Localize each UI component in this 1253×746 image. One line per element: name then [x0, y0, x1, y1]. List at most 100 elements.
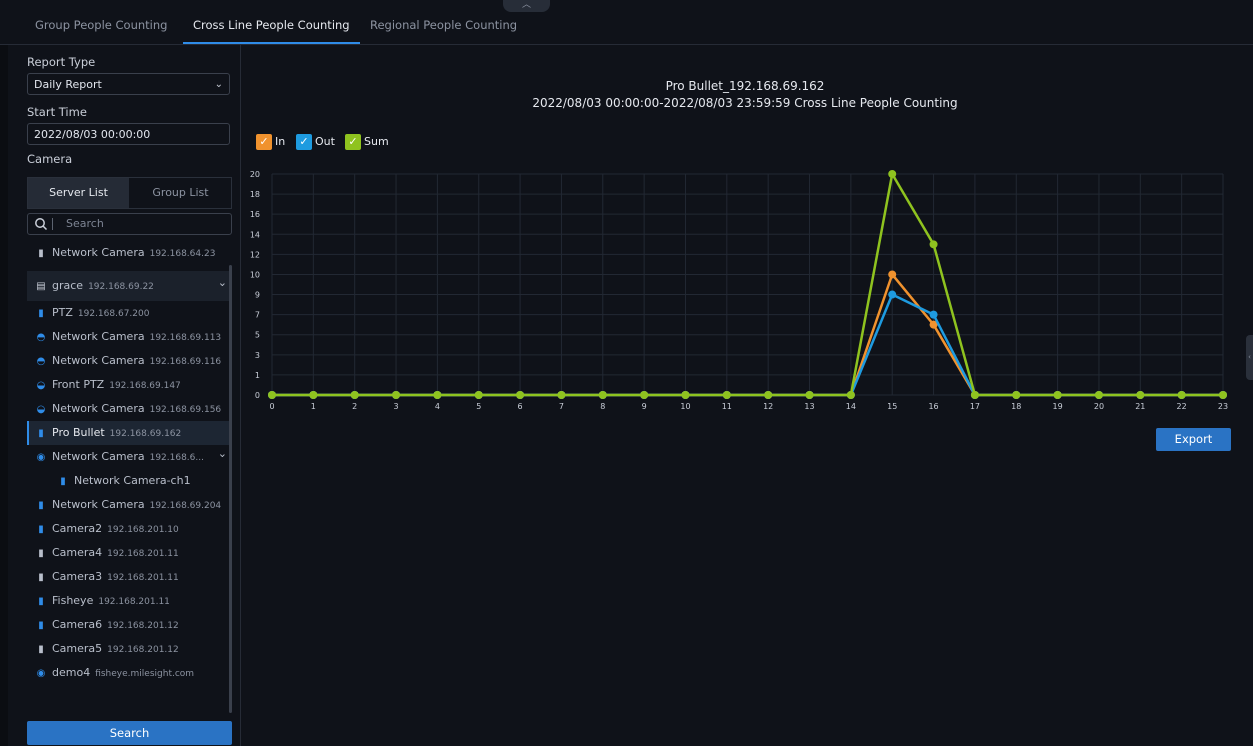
legend-sum[interactable]: ✓ Sum	[345, 134, 389, 150]
data-point	[888, 270, 897, 279]
x-tick-label: 0	[269, 402, 274, 411]
legend-out[interactable]: ✓ Out	[296, 134, 335, 150]
camera-tree-item[interactable]: ◒ Network Camera 192.168.69.156	[27, 397, 232, 421]
server-list-tab[interactable]: Server List	[28, 178, 129, 208]
camera-ip: 192.168.64.23	[149, 249, 216, 259]
y-tick-label: 16	[250, 210, 260, 219]
data-point	[681, 391, 690, 399]
search-button[interactable]: Search	[27, 721, 232, 745]
x-tick-label: 1	[311, 402, 316, 411]
camera-tree-item[interactable]: ◓ Network Camera 192.168.69.116	[27, 349, 232, 373]
camera-search-box[interactable]: Search	[27, 213, 232, 235]
camera-name: Camera4	[52, 546, 103, 559]
camera-name: Network Camera	[52, 246, 145, 259]
x-tick-label: 22	[1177, 402, 1187, 411]
camera-tree: ▮ Network Camera 192.168.64.23 ▤ grace 192.16…	[27, 241, 232, 713]
camera-tree-item[interactable]: ◓ Network Camera 192.168.69.113	[27, 325, 232, 349]
y-tick-label: 14	[250, 230, 260, 239]
data-point	[805, 391, 814, 399]
camera-tree-item[interactable]: ▮ Camera2 192.168.201.10	[27, 517, 232, 541]
x-tick-label: 11	[722, 402, 732, 411]
group-list-tab[interactable]: Group List	[130, 178, 231, 208]
data-point	[1219, 391, 1227, 399]
y-tick-label: 3	[255, 351, 260, 360]
camera-tree-item[interactable]: ▮ Pro Bullet 192.168.69.162	[27, 421, 232, 445]
server-icon: ▤	[36, 281, 46, 292]
camera-tree-item[interactable]: ▤ grace 192.168.69.22 ⌄	[27, 271, 232, 301]
search-input[interactable]: Search	[66, 214, 104, 234]
bullet-camera-icon: ▮	[38, 524, 44, 535]
camera-name: PTZ	[52, 306, 73, 319]
camera-ip: 192.168.201.11	[107, 573, 179, 583]
camera-name: Network Camera-ch1	[74, 474, 191, 487]
start-time-field[interactable]: 2022/08/03 00:00:00	[27, 123, 230, 145]
data-point	[1094, 391, 1103, 399]
x-tick-label: 16	[928, 402, 938, 411]
camera-ip: 192.168.69.116	[149, 357, 222, 367]
report-type-select[interactable]: Daily Report ⌄	[27, 73, 230, 95]
camera-name: Network Camera	[52, 498, 145, 511]
data-point	[1012, 391, 1021, 399]
camera-tree-item[interactable]: ▮ Camera5 192.168.201.12	[27, 637, 232, 661]
tab-group-people-counting[interactable]: Group People Counting	[35, 0, 167, 44]
fisheye-camera-icon: ◉	[36, 452, 46, 463]
camera-name: Network Camera	[52, 330, 145, 343]
chevron-down-icon[interactable]: ⌄	[218, 442, 227, 466]
bullet-camera-icon: ▮	[38, 428, 44, 439]
camera-tree-item[interactable]: ▮ Network Camera 192.168.69.204	[27, 493, 232, 517]
camera-tree-item[interactable]: ◉ demo4 fisheye.milesight.com	[27, 661, 232, 685]
y-tick-label: 0	[255, 391, 260, 400]
x-tick-label: 13	[804, 402, 814, 411]
x-tick-label: 3	[393, 402, 398, 411]
camera-tree-item[interactable]: ◉ Network Camera 192.168.6... ⌄	[27, 445, 232, 469]
camera-tree-item[interactable]: ▮ Fisheye 192.168.201.11	[27, 589, 232, 613]
x-tick-label: 7	[559, 402, 564, 411]
camera-ip: 192.168.201.12	[107, 645, 179, 655]
x-tick-label: 10	[680, 402, 690, 411]
data-point	[433, 391, 442, 399]
bullet-camera-icon: ▮	[38, 620, 44, 631]
camera-tree-item[interactable]: ▮ Network Camera-ch1	[27, 469, 232, 493]
chevron-down-icon[interactable]: ⌄	[218, 268, 227, 298]
camera-tree-item[interactable]: ▮ Camera3 192.168.201.11	[27, 565, 232, 589]
tree-scrollbar[interactable]	[229, 265, 232, 713]
camera-tree-item[interactable]: ▮ Camera6 192.168.201.12	[27, 613, 232, 637]
y-tick-label: 7	[255, 311, 260, 320]
export-button[interactable]: Export	[1156, 428, 1231, 451]
dome-camera-icon: ◓	[36, 332, 46, 343]
legend-in[interactable]: ✓ In	[256, 134, 285, 150]
legend-sum-label: Sum	[364, 135, 389, 148]
camera-ip: 192.168.69.113	[149, 333, 222, 343]
camera-ip: 192.168.69.162	[109, 429, 182, 439]
camera-name: demo4	[52, 666, 91, 679]
camera-ip: 192.168.201.12	[107, 621, 179, 631]
chevron-down-icon: ⌄	[214, 79, 223, 90]
camera-ip: 192.168.201.11	[107, 549, 179, 559]
left-edge-strip	[0, 45, 8, 746]
camera-tree-item[interactable]: ◒ Front PTZ 192.168.69.147	[27, 373, 232, 397]
collapse-right-panel-icon[interactable]: ‹	[1246, 335, 1253, 380]
tab-cross-line-people-counting[interactable]: Cross Line People Counting	[183, 0, 360, 44]
data-point	[1136, 391, 1145, 399]
checkbox-checked-icon[interactable]: ✓	[345, 134, 361, 150]
data-point	[350, 391, 359, 399]
camera-tree-item[interactable]: ▮ PTZ 192.168.67.200	[27, 301, 232, 325]
data-point	[1053, 391, 1062, 399]
bullet-camera-icon: ▮	[38, 308, 44, 319]
y-tick-label: 5	[255, 331, 260, 340]
camera-name: Network Camera	[52, 450, 145, 463]
x-tick-label: 9	[642, 402, 647, 411]
x-tick-label: 15	[887, 402, 897, 411]
x-tick-label: 20	[1094, 402, 1104, 411]
data-point	[970, 391, 979, 399]
camera-name: Camera6	[52, 618, 103, 631]
camera-tree-item[interactable]: ▮ Network Camera 192.168.64.23	[27, 241, 232, 265]
report-type-label: Report Type	[27, 55, 96, 69]
ptz-camera-icon: ◒	[36, 404, 46, 415]
checkbox-checked-icon[interactable]: ✓	[256, 134, 272, 150]
tab-regional-people-counting[interactable]: Regional People Counting	[370, 0, 517, 44]
camera-tree-item[interactable]: ▮ Camera4 192.168.201.11	[27, 541, 232, 565]
camera-ip: 192.168.69.22	[88, 282, 154, 292]
collapse-up-icon[interactable]: ︿	[503, 0, 550, 12]
checkbox-checked-icon[interactable]: ✓	[296, 134, 312, 150]
